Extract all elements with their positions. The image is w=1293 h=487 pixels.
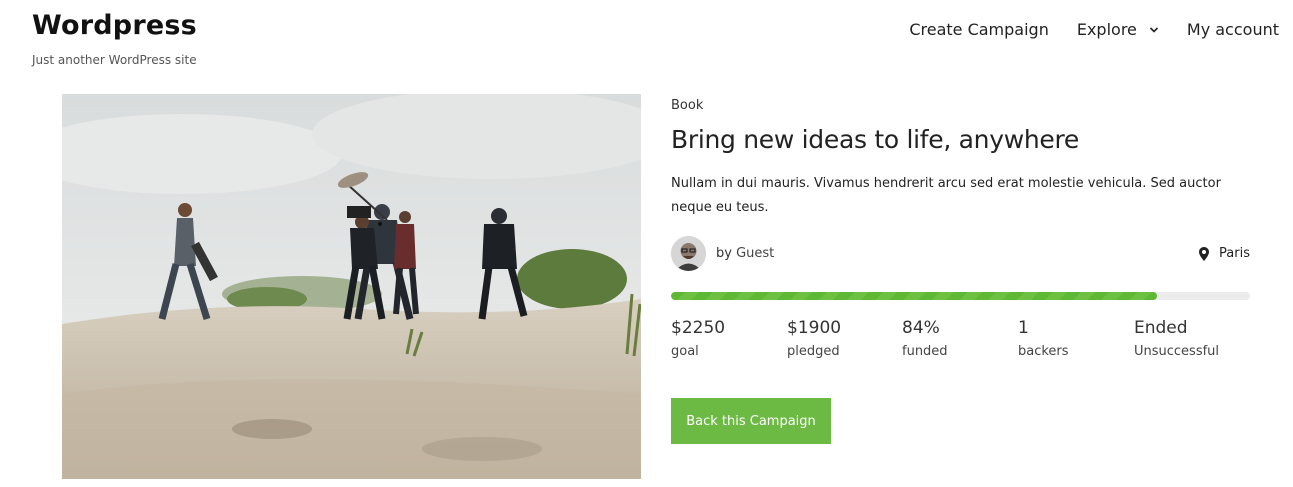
campaign-category[interactable]: Book bbox=[671, 98, 703, 113]
campaign-title: Bring new ideas to life, anywhere bbox=[671, 125, 1079, 154]
nav-explore[interactable]: Explore bbox=[1077, 20, 1159, 39]
stat-label: Unsuccessful bbox=[1134, 344, 1220, 359]
stat-backers: 1 backers bbox=[1018, 318, 1069, 359]
avatar[interactable] bbox=[671, 236, 706, 271]
progress-fill bbox=[671, 292, 1158, 300]
progress-bar bbox=[671, 292, 1250, 300]
site-title[interactable]: Wordpress bbox=[32, 10, 197, 41]
author-avatar-image bbox=[671, 236, 706, 271]
nav-my-account[interactable]: My account bbox=[1187, 20, 1279, 39]
location-label: Paris bbox=[1219, 246, 1250, 261]
nav-my-account-label: My account bbox=[1186, 20, 1279, 39]
nav-create-campaign-label: Create Campaign bbox=[909, 20, 1049, 39]
stat-funded: 84% funded bbox=[902, 318, 948, 359]
stat-label: backers bbox=[1018, 344, 1069, 359]
campaign-stats: $2250 goal $1900 pledged 84% funded 1 ba… bbox=[671, 318, 1250, 368]
stat-value: 84% bbox=[902, 318, 940, 338]
campaign-location: Paris bbox=[1199, 246, 1250, 261]
author-name[interactable]: Guest bbox=[736, 246, 774, 261]
stat-pledged: $1900 pledged bbox=[787, 318, 841, 359]
back-campaign-button[interactable]: Back this Campaign bbox=[671, 398, 831, 444]
main-nav: Create Campaign Explore My account bbox=[881, 20, 1279, 39]
stat-status: Ended Unsuccessful bbox=[1134, 318, 1219, 359]
chevron-down-icon[interactable] bbox=[1149, 25, 1159, 35]
stat-label: funded bbox=[902, 344, 948, 359]
byline-prefix: by bbox=[716, 246, 732, 261]
stat-value: $1900 bbox=[787, 318, 842, 338]
stat-goal: $2250 goal bbox=[671, 318, 725, 359]
author-row: by Guest Paris bbox=[671, 236, 1250, 272]
stat-value: Ended bbox=[1134, 318, 1188, 338]
map-pin-icon bbox=[1199, 246, 1210, 261]
film-crew-photo bbox=[62, 94, 641, 479]
nav-create-campaign[interactable]: Create Campaign bbox=[909, 20, 1049, 39]
stat-label: goal bbox=[671, 344, 699, 359]
stat-label: pledged bbox=[787, 344, 840, 359]
campaign-image bbox=[62, 94, 641, 479]
nav-explore-label: Explore bbox=[1076, 20, 1137, 39]
site-tagline: Just another WordPress site bbox=[32, 53, 197, 67]
stat-value: $2250 bbox=[671, 318, 726, 338]
campaign-description: Nullam in dui mauris. Vivamus hendrerit … bbox=[671, 176, 1221, 215]
site-header: Wordpress Just another WordPress site Cr… bbox=[0, 0, 1293, 80]
stat-value: 1 bbox=[1018, 318, 1029, 338]
byline: by Guest bbox=[716, 246, 774, 261]
